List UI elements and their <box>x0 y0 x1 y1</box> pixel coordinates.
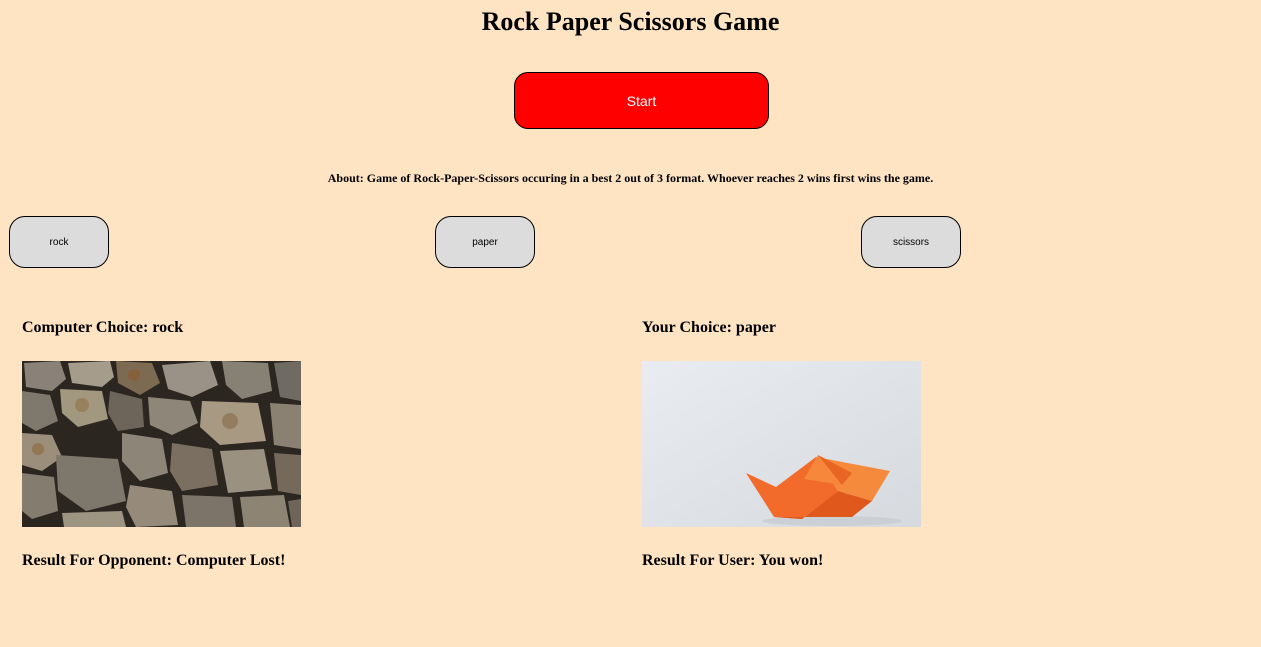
opponent-result: Result For Opponent: Computer Lost! <box>22 552 286 569</box>
paper-button[interactable]: paper <box>435 216 535 268</box>
page-title: Rock Paper Scissors Game <box>481 7 780 36</box>
rock-image <box>22 361 301 527</box>
start-button[interactable]: Start <box>514 72 769 129</box>
paper-image <box>642 361 921 527</box>
computer-choice-heading: Computer Choice: rock <box>22 319 184 336</box>
user-result: Result For User: You won! <box>642 552 824 569</box>
rock-button[interactable]: rock <box>9 216 109 268</box>
scissors-button[interactable]: scissors <box>861 216 961 268</box>
user-choice-heading: Your Choice: paper <box>642 319 776 336</box>
about-text: About: Game of Rock-Paper-Scissors occur… <box>327 171 934 185</box>
